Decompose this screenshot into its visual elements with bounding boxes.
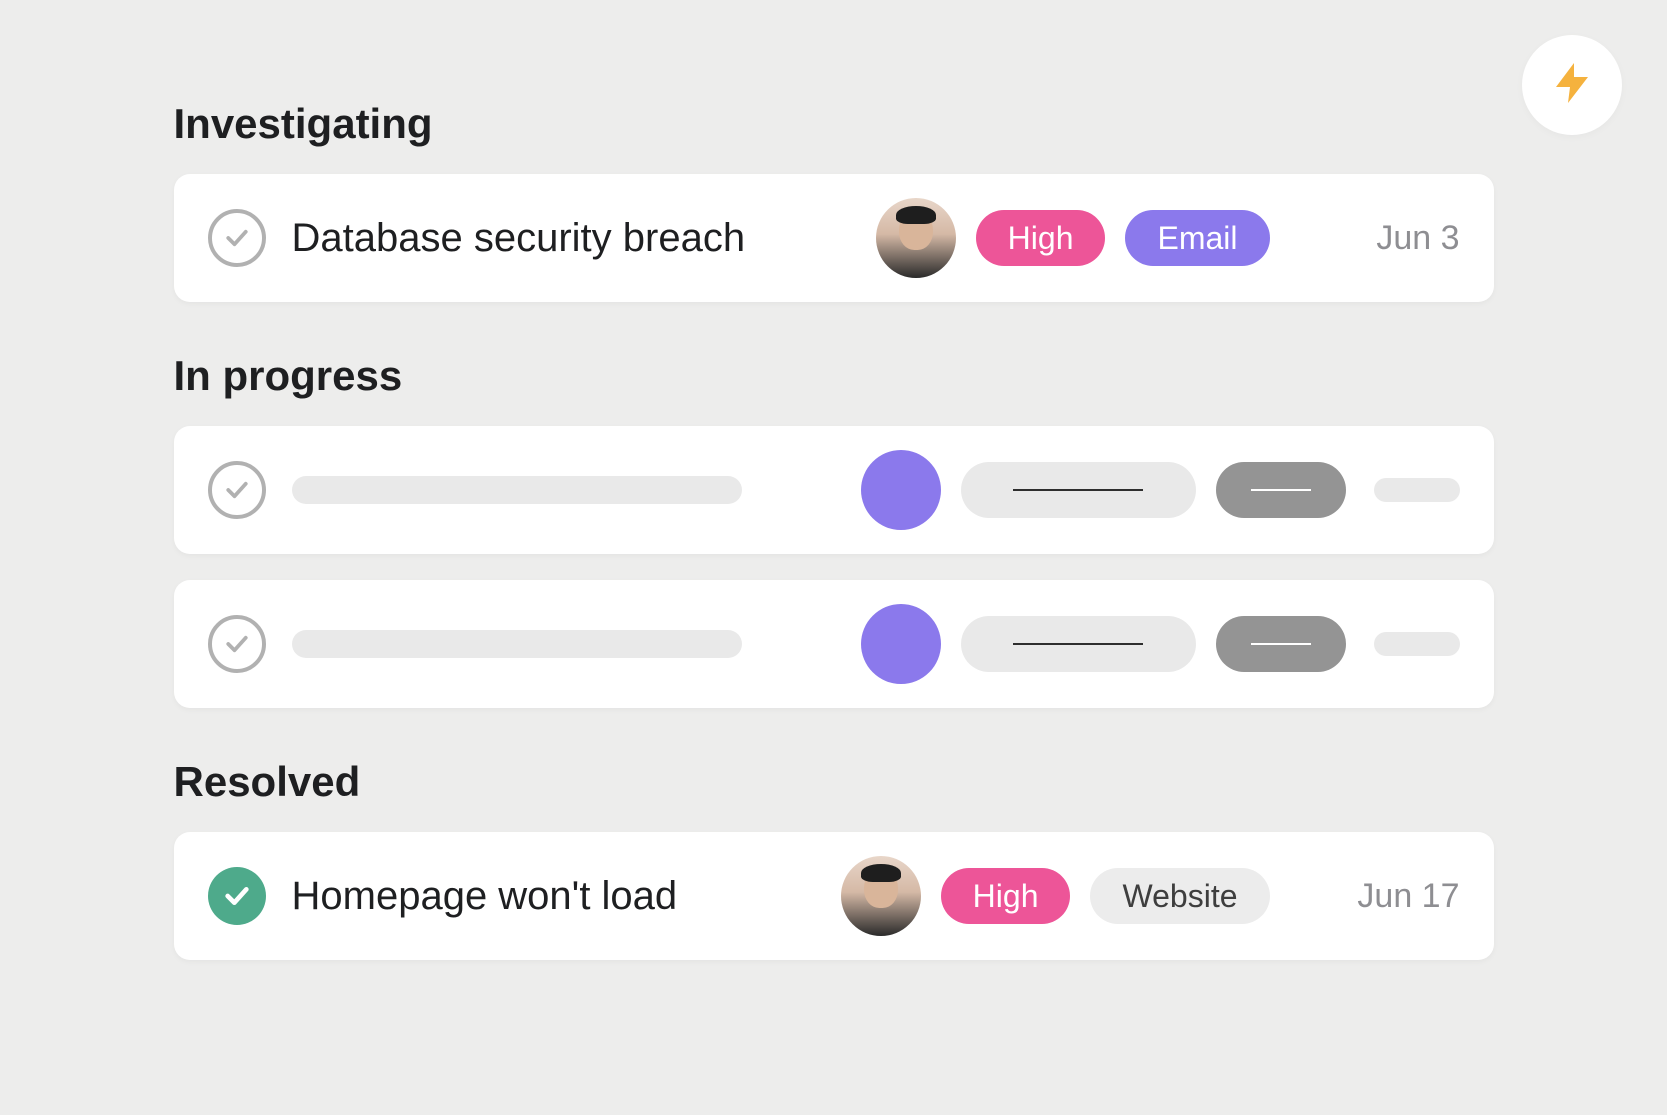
section-heading: Investigating — [174, 100, 1494, 148]
task-title-placeholder — [292, 476, 742, 504]
task-title-placeholder — [292, 630, 742, 658]
category-pill-placeholder — [1216, 462, 1346, 518]
task-row[interactable]: Database security breach High Email Jun … — [174, 174, 1494, 302]
complete-task-button[interactable] — [208, 461, 266, 519]
assignee-avatar[interactable] — [876, 198, 956, 278]
section-heading: In progress — [174, 352, 1494, 400]
category-pill-placeholder — [1216, 616, 1346, 672]
rules-button[interactable] — [1522, 35, 1622, 135]
complete-task-button[interactable] — [208, 209, 266, 267]
task-row-placeholder[interactable] — [174, 580, 1494, 708]
complete-task-button[interactable] — [208, 867, 266, 925]
priority-pill[interactable]: High — [941, 868, 1071, 924]
lightning-icon — [1548, 59, 1596, 112]
section-in-progress: In progress — [174, 352, 1494, 708]
priority-pill-placeholder — [961, 616, 1196, 672]
assignee-avatar[interactable] — [841, 856, 921, 936]
task-date: Jun 17 — [1310, 877, 1460, 916]
task-title: Homepage won't load — [292, 874, 841, 919]
task-date-placeholder — [1374, 632, 1460, 656]
task-board: Investigating Database security breach H… — [174, 100, 1494, 960]
priority-pill[interactable]: High — [976, 210, 1106, 266]
assignee-avatar-placeholder — [861, 604, 941, 684]
priority-pill-placeholder — [961, 462, 1196, 518]
section-resolved: Resolved Homepage won't load High Websit… — [174, 758, 1494, 960]
task-date: Jun 3 — [1310, 219, 1460, 258]
task-row[interactable]: Homepage won't load High Website Jun 17 — [174, 832, 1494, 960]
complete-task-button[interactable] — [208, 615, 266, 673]
assignee-avatar-placeholder — [861, 450, 941, 530]
task-title: Database security breach — [292, 216, 876, 261]
category-pill[interactable]: Email — [1125, 210, 1269, 266]
section-heading: Resolved — [174, 758, 1494, 806]
task-row-placeholder[interactable] — [174, 426, 1494, 554]
section-investigating: Investigating Database security breach H… — [174, 100, 1494, 302]
task-date-placeholder — [1374, 478, 1460, 502]
category-pill[interactable]: Website — [1090, 868, 1269, 924]
